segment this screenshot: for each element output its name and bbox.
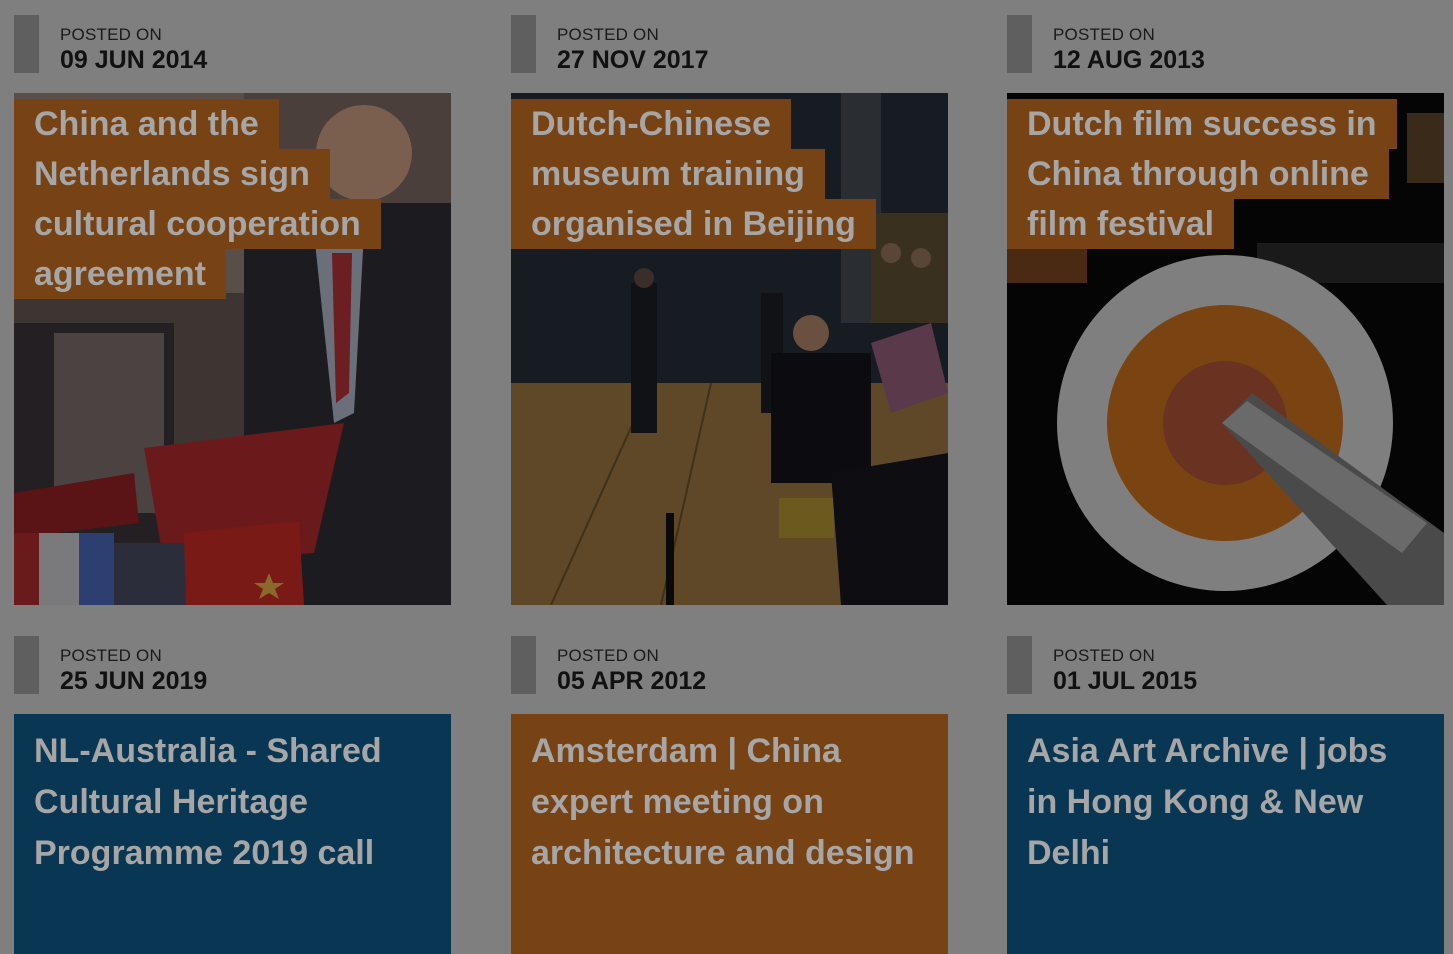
date-marker (14, 15, 39, 73)
card-title[interactable]: Dutch film success in China through onli… (1007, 99, 1397, 249)
card-title[interactable]: China and the Netherlands sign cultural … (14, 99, 381, 299)
card-tile[interactable]: Amsterdam | China expert meeting on arch… (511, 714, 948, 954)
news-card-6[interactable]: POSTED ON 01 JUL 2015 Asia Art Archive |… (1007, 636, 1444, 954)
posted-on-block: POSTED ON 25 JUN 2019 (14, 636, 451, 696)
post-date: 09 JUN 2014 (60, 46, 208, 74)
post-date: 05 APR 2012 (557, 667, 707, 695)
card-title[interactable]: Amsterdam | China expert meeting on arch… (531, 726, 928, 879)
news-card-5[interactable]: POSTED ON 05 APR 2012 Amsterdam | China … (511, 636, 948, 954)
posted-on-label: POSTED ON (1053, 646, 1155, 665)
posted-on-block: POSTED ON 27 NOV 2017 (511, 15, 948, 75)
card-image-link[interactable]: China and the Netherlands sign cultural … (14, 93, 451, 605)
date-marker (1007, 636, 1032, 694)
card-image-link[interactable]: Dutch-Chinese museum training organised … (511, 93, 948, 605)
posted-on-block: POSTED ON 12 AUG 2013 (1007, 15, 1444, 75)
news-card-1[interactable]: POSTED ON 09 JUN 2014 China and the Neth… (14, 15, 451, 605)
news-card-3[interactable]: POSTED ON 12 AUG 2013 Dutch film success… (1007, 15, 1444, 605)
card-tile[interactable]: Asia Art Archive | jobs in Hong Kong & N… (1007, 714, 1444, 954)
card-title[interactable]: Dutch-Chinese museum training organised … (511, 99, 876, 249)
post-date: 12 AUG 2013 (1053, 46, 1205, 74)
posted-on-label: POSTED ON (557, 646, 659, 665)
card-tile[interactable]: NL-Australia - Shared Cultural Heritage … (14, 714, 451, 954)
news-card-4[interactable]: POSTED ON 25 JUN 2019 NL-Australia - Sha… (14, 636, 451, 954)
card-image-link[interactable]: Dutch film success in China through onli… (1007, 93, 1444, 605)
card-title[interactable]: Asia Art Archive | jobs in Hong Kong & N… (1027, 726, 1424, 879)
post-date: 27 NOV 2017 (557, 46, 709, 74)
posted-on-block: POSTED ON 09 JUN 2014 (14, 15, 451, 75)
post-date: 01 JUL 2015 (1053, 667, 1198, 695)
posted-on-label: POSTED ON (60, 646, 162, 665)
news-card-2[interactable]: POSTED ON 27 NOV 2017 Dutch-Chinese muse… (511, 15, 948, 605)
posted-on-label: POSTED ON (1053, 25, 1155, 44)
posted-on-block: POSTED ON 05 APR 2012 (511, 636, 948, 696)
date-marker (14, 636, 39, 694)
post-date: 25 JUN 2019 (60, 667, 208, 695)
posted-on-label: POSTED ON (557, 25, 659, 44)
date-marker (511, 15, 536, 73)
posted-on-label: POSTED ON (60, 25, 162, 44)
date-marker (511, 636, 536, 694)
date-marker (1007, 15, 1032, 73)
posted-on-block: POSTED ON 01 JUL 2015 (1007, 636, 1444, 696)
card-title[interactable]: NL-Australia - Shared Cultural Heritage … (34, 726, 431, 879)
